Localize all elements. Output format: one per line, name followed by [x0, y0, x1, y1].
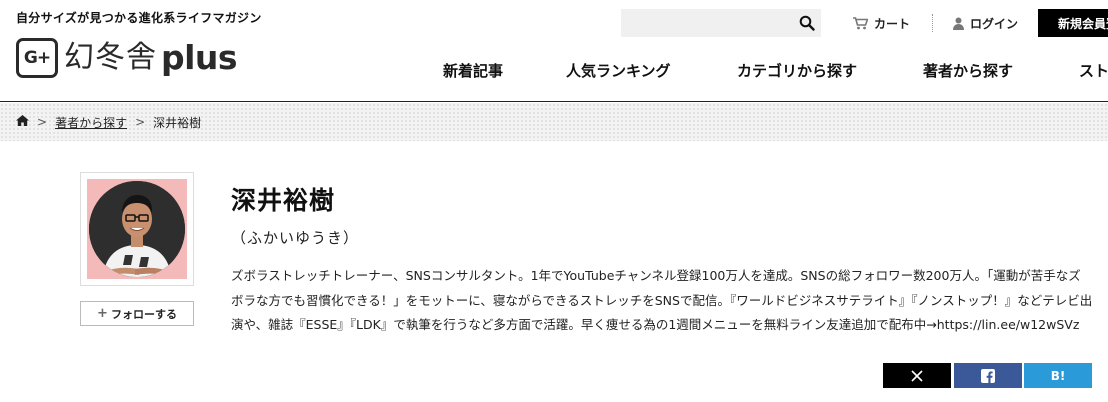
follow-button[interactable]: + フォローする — [80, 301, 194, 326]
follow-label: フォローする — [110, 307, 177, 321]
hatena-label: B! — [1050, 368, 1066, 383]
home-icon[interactable] — [16, 115, 29, 129]
site-logo[interactable]: G+ 幻冬舎 plus — [16, 38, 238, 78]
avatar — [89, 181, 185, 277]
author-name: 深井裕樹 — [231, 186, 336, 215]
author-name-kana: （ふかいゆうき） — [231, 229, 360, 247]
breadcrumb: > 著者から探す > 深井裕樹 — [0, 103, 1108, 141]
signup-button[interactable]: 新規会員登録 — [1038, 9, 1108, 37]
logo-mark: G+ — [16, 38, 58, 78]
nav-item-ranking[interactable]: 人気ランキング — [566, 60, 671, 81]
cart-link[interactable]: カート — [853, 15, 910, 32]
logo-text-jp: 幻冬舎 — [64, 40, 157, 75]
breadcrumb-current: 深井裕樹 — [153, 115, 202, 130]
login-link[interactable]: ログイン — [953, 15, 1018, 32]
search-box — [621, 9, 821, 37]
facebook-icon — [981, 368, 995, 383]
share-x-button[interactable] — [883, 363, 951, 388]
login-label: ログイン — [970, 17, 1019, 31]
author-avatar-frame — [80, 172, 194, 286]
share-hatena-button[interactable]: B! — [1024, 363, 1092, 388]
author-bio: ズボラストレッチトレーナー、SNSコンサルタント。1年でYouTubeチャンネル… — [231, 268, 1093, 332]
site-tagline: 自分サイズが見つかる進化系ライフマガジン — [16, 11, 262, 25]
util-divider — [932, 14, 933, 32]
breadcrumb-separator: > — [37, 115, 48, 129]
x-icon — [911, 369, 923, 382]
user-icon — [953, 17, 964, 30]
search-button[interactable] — [799, 15, 815, 31]
share-facebook-button[interactable] — [954, 363, 1022, 388]
plus-icon: + — [97, 306, 108, 321]
nav-item-store[interactable]: ストア — [1079, 60, 1108, 81]
cart-icon — [853, 17, 868, 30]
nav-item-new-articles[interactable]: 新着記事 — [443, 60, 503, 81]
cart-label: カート — [874, 17, 911, 31]
nav-item-categories[interactable]: カテゴリから探す — [737, 60, 857, 81]
nav-item-authors[interactable]: 著者から探す — [923, 60, 1013, 81]
search-input[interactable] — [621, 9, 791, 37]
breadcrumb-separator: > — [135, 115, 146, 129]
logo-text-plus: plus — [161, 38, 238, 77]
site-header: 自分サイズが見つかる進化系ライフマガジン G+ 幻冬舎 plus カート ログイ… — [0, 0, 1108, 102]
avatar-background — [87, 179, 187, 279]
breadcrumb-authors-link[interactable]: 著者から探す — [55, 114, 127, 131]
search-icon — [799, 15, 815, 31]
